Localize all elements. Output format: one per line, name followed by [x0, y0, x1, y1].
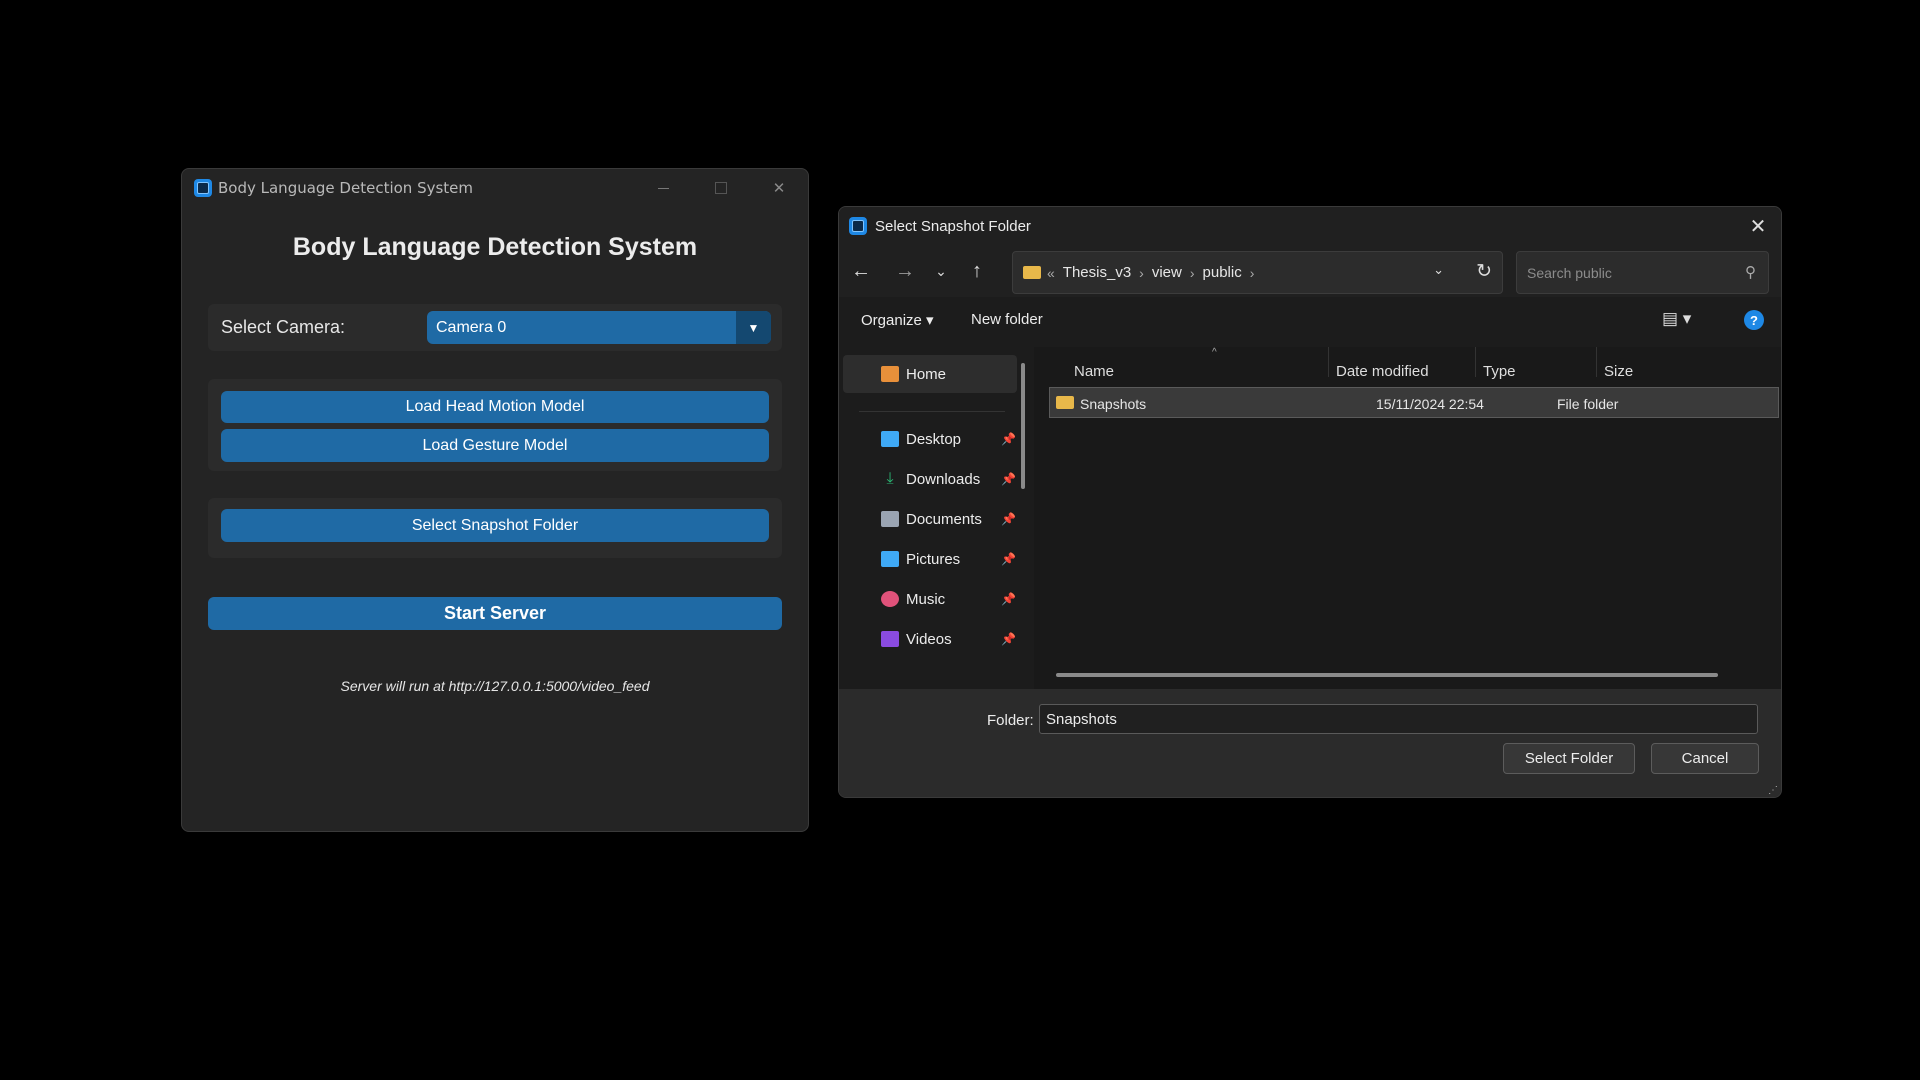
documents-icon [881, 511, 899, 527]
desktop-icon [881, 431, 899, 447]
recent-locations-chevron-icon[interactable]: ⌄ [925, 255, 957, 287]
select-folder-button[interactable]: Select Folder [1503, 743, 1635, 774]
help-icon[interactable]: ? [1744, 310, 1764, 330]
pin-icon[interactable]: 📌 [1001, 552, 1016, 566]
nav-scrollbar[interactable] [1021, 363, 1025, 489]
close-icon[interactable]: ✕ [750, 169, 808, 207]
app-window-title: Body Language Detection System [218, 179, 473, 197]
window-controls: ✕ [634, 169, 808, 207]
breadcrumb-item[interactable]: Thesis_v3 [1063, 264, 1131, 281]
up-arrow-icon[interactable]: ↑ [961, 255, 993, 287]
app-window: Body Language Detection System ✕ Body La… [181, 168, 809, 832]
dialog-footer: Folder: Select Folder Cancel ⋰ [839, 689, 1781, 797]
home-icon [881, 366, 899, 382]
camera-select[interactable]: Camera 0 ▼ [427, 311, 771, 344]
load-gesture-button[interactable]: Load Gesture Model [221, 429, 769, 462]
select-snapshot-folder-button[interactable]: Select Snapshot Folder [221, 509, 769, 542]
overflow-chevron-icon[interactable]: « [1047, 265, 1055, 281]
row-date: 15/11/2024 22:54 [1376, 396, 1484, 412]
breadcrumb-item[interactable]: public [1203, 264, 1242, 281]
column-header-size[interactable]: Size [1604, 363, 1633, 380]
column-header-date[interactable]: Date modified [1336, 363, 1429, 380]
camera-label: Select Camera: [221, 317, 346, 337]
app-titlebar: Body Language Detection System ✕ [182, 169, 808, 207]
start-server-button[interactable]: Start Server [208, 597, 782, 630]
horizontal-scrollbar[interactable] [1056, 673, 1718, 677]
model-frame: Load Head Motion Model Load Gesture Mode… [208, 379, 782, 471]
chevron-right-icon[interactable]: › [1190, 265, 1195, 281]
address-bar[interactable]: « Thesis_v3 › view › public › ⌄ ↻ [1012, 251, 1503, 294]
folder-field[interactable] [1039, 704, 1758, 734]
search-input[interactable]: Search public ⚲ [1516, 251, 1769, 294]
forward-arrow-icon[interactable]: → [889, 255, 921, 287]
row-type: File folder [1557, 396, 1619, 412]
nav-divider [859, 411, 1005, 412]
server-note: Server will run at http://127.0.0.1:5000… [340, 678, 650, 694]
file-list: ^ Name Date modified Type Size Snapshots… [1034, 347, 1781, 689]
navigation-pane: Home Desktop 📌 ⤓ Downloads 📌 Documents 📌… [839, 347, 1029, 689]
close-icon[interactable]: ✕ [1735, 207, 1781, 245]
pin-icon[interactable]: 📌 [1001, 472, 1016, 486]
sidebar-item-desktop[interactable]: Desktop 📌 [881, 427, 1016, 451]
pin-icon[interactable]: 📌 [1001, 632, 1016, 646]
navigation-bar: ← → ⌄ ↑ « Thesis_v3 › view › public › ⌄ … [839, 245, 1781, 297]
camera-select-value: Camera 0 [436, 319, 507, 336]
minimize-icon[interactable] [634, 169, 692, 207]
pin-icon[interactable]: 📌 [1001, 432, 1016, 446]
maximize-icon[interactable] [692, 169, 750, 207]
app-logo-icon [194, 179, 212, 197]
address-dropdown-icon[interactable]: ⌄ [1433, 262, 1444, 278]
music-icon [881, 591, 899, 607]
app-heading: Body Language Detection System [292, 233, 698, 261]
back-arrow-icon[interactable]: ← [845, 255, 877, 287]
sidebar-item-pictures[interactable]: Pictures 📌 [881, 547, 1016, 571]
column-header-name[interactable]: Name [1074, 363, 1114, 380]
folder-label: Folder: [987, 712, 1034, 729]
breadcrumb-item[interactable]: view [1152, 264, 1182, 281]
chevron-right-icon[interactable]: › [1139, 265, 1144, 281]
sidebar-item-music[interactable]: Music 📌 [881, 587, 1016, 611]
resize-grip-icon[interactable]: ⋰ [1768, 785, 1778, 796]
view-options-icon[interactable]: ▤ ▾ [1662, 309, 1704, 329]
dialog-title: Select Snapshot Folder [875, 217, 1031, 235]
nav-item-home-label[interactable]: Home [881, 362, 946, 386]
search-placeholder: Search public [1527, 265, 1612, 281]
column-divider[interactable] [1328, 347, 1329, 377]
sidebar-item-videos[interactable]: Videos 📌 [881, 627, 1016, 651]
column-divider[interactable] [1596, 347, 1597, 377]
refresh-icon[interactable]: ↻ [1476, 260, 1492, 283]
download-icon: ⤓ [886, 470, 894, 487]
pictures-icon [881, 551, 899, 567]
column-header-type[interactable]: Type [1483, 363, 1516, 380]
videos-icon [881, 631, 899, 647]
cancel-button[interactable]: Cancel [1651, 743, 1759, 774]
folder-dialog: Select Snapshot Folder ✕ ← → ⌄ ↑ « Thesi… [838, 206, 1782, 798]
camera-frame: Select Camera: Camera 0 ▼ [208, 304, 782, 351]
new-folder-button[interactable]: New folder [971, 311, 1043, 328]
load-head-motion-button[interactable]: Load Head Motion Model [221, 391, 769, 423]
organize-button[interactable]: Organize ▾ [861, 311, 934, 329]
column-divider[interactable] [1475, 347, 1476, 377]
command-bar: Organize ▾ New folder ▤ ▾ ? [839, 297, 1781, 341]
chevron-down-icon[interactable]: ▼ [736, 311, 771, 344]
search-icon: ⚲ [1745, 264, 1756, 281]
snapshot-frame: Select Snapshot Folder [208, 498, 782, 558]
table-row[interactable]: Snapshots 15/11/2024 22:54 File folder [1049, 387, 1779, 418]
app-logo-icon [849, 217, 867, 235]
pin-icon[interactable]: 📌 [1001, 512, 1016, 526]
folder-icon [1056, 396, 1074, 409]
sidebar-item-downloads[interactable]: ⤓ Downloads 📌 [881, 467, 1016, 491]
sidebar-item-documents[interactable]: Documents 📌 [881, 507, 1016, 531]
chevron-right-icon[interactable]: › [1250, 265, 1255, 281]
pin-icon[interactable]: 📌 [1001, 592, 1016, 606]
dialog-titlebar: Select Snapshot Folder ✕ [839, 207, 1781, 245]
sort-caret-icon: ^ [1212, 347, 1217, 358]
folder-icon [1023, 266, 1041, 279]
row-name: Snapshots [1080, 396, 1147, 412]
